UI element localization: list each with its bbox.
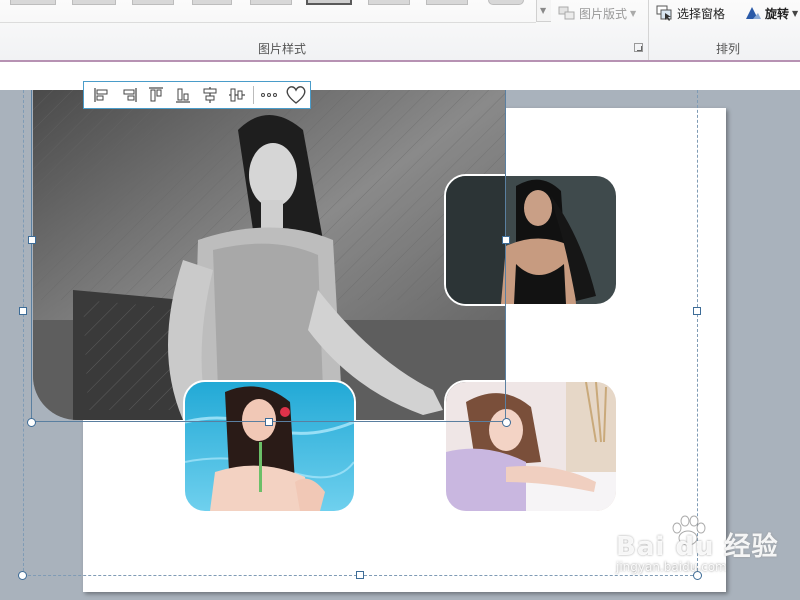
align-toolbar (83, 81, 311, 109)
group-selection-frame (23, 90, 698, 576)
resize-handle[interactable] (27, 418, 36, 427)
watermark-brand: Bai du 经验 (616, 532, 779, 562)
picture-layout-icon (558, 6, 575, 20)
chevron-down-icon: ▼ (630, 8, 637, 18)
align-top-icon[interactable] (142, 82, 169, 108)
dialog-launcher-icon[interactable] (634, 43, 643, 52)
selection-pane-button[interactable]: 选择窗格 (656, 2, 725, 24)
align-left-icon[interactable] (88, 82, 115, 108)
rotate-icon (746, 7, 761, 19)
baidu-jingyan-watermark: Bai du 经验 jingyan.baidu.com (612, 515, 792, 580)
picture-style-thumb-selected[interactable] (306, 0, 352, 5)
watermark-url: jingyan.baidu.com (616, 560, 727, 574)
resize-handle[interactable] (19, 307, 27, 315)
ribbon: ▼ 图片版式 ▼ 图片样式 选择窗格 旋转 ▼ 排列 (0, 0, 800, 62)
picture-style-thumb[interactable] (72, 0, 116, 5)
resize-handle[interactable] (502, 236, 510, 244)
picture-style-thumb[interactable] (192, 0, 232, 5)
gallery-divider (0, 22, 536, 23)
picture-style-thumb[interactable] (426, 0, 468, 5)
gallery-more-button[interactable]: ▼ (536, 0, 551, 22)
align-middle-vertical-icon[interactable] (224, 82, 251, 108)
resize-handle[interactable] (693, 307, 701, 315)
arrange-group-label: 排列 (716, 42, 741, 56)
picture-style-thumb[interactable] (250, 0, 292, 5)
group-separator (648, 0, 649, 60)
toolbar-separator (252, 86, 254, 104)
resize-handle[interactable] (502, 418, 511, 427)
picture-style-thumb[interactable] (368, 0, 410, 5)
resize-handle[interactable] (28, 236, 36, 244)
picture-style-thumb[interactable] (10, 0, 56, 5)
rotate-button[interactable]: 旋转 ▼ (744, 2, 798, 24)
align-center-horizontal-icon[interactable] (197, 82, 224, 108)
more-options-icon[interactable] (256, 82, 283, 108)
chevron-down-icon: ▼ (540, 6, 547, 15)
resize-handle[interactable] (18, 571, 27, 580)
heart-icon[interactable] (283, 82, 310, 108)
picture-styles-group-label: 图片样式 (258, 42, 307, 56)
chevron-down-icon: ▼ (792, 8, 799, 18)
resize-handle[interactable] (356, 571, 364, 579)
selection-pane-icon (656, 5, 672, 21)
align-bottom-icon[interactable] (169, 82, 196, 108)
picture-layout-button[interactable]: 图片版式 ▼ (558, 2, 636, 24)
picture-style-thumb[interactable] (488, 0, 524, 5)
align-right-icon[interactable] (115, 82, 142, 108)
picture-style-thumb[interactable] (132, 0, 174, 5)
resize-handle[interactable] (265, 418, 273, 426)
